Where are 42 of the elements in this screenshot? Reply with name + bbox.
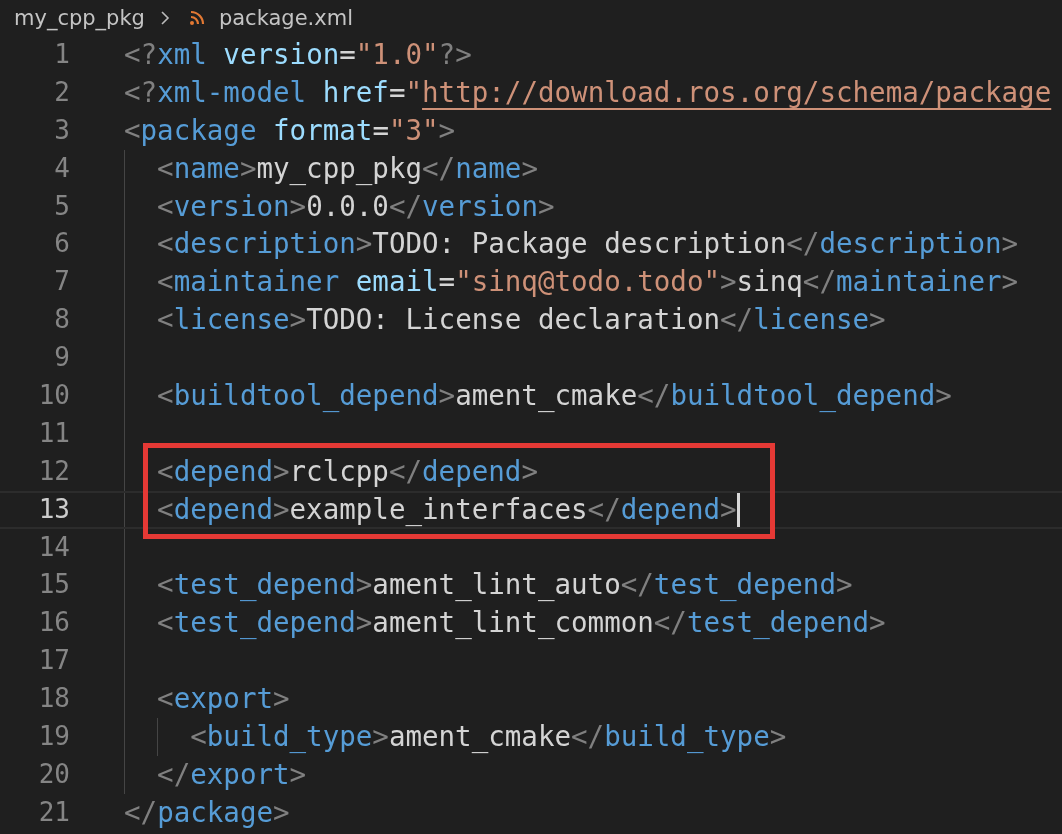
rss-icon bbox=[188, 10, 207, 26]
line-number: 9 bbox=[53, 341, 70, 375]
line-number: 21 bbox=[37, 795, 70, 829]
code-line: <test_depend>ament_lint_auto</test_depend> bbox=[157, 567, 853, 603]
line-number: 16 bbox=[37, 606, 70, 640]
code-line: <license>TODO: License declaration</license> bbox=[157, 302, 886, 338]
code-line: <description>TODO: Package description</description> bbox=[157, 226, 1019, 262]
chevron-right-icon bbox=[158, 10, 171, 26]
line-number: 1 bbox=[53, 38, 70, 71]
code-line: <version>0.0.0</version> bbox=[157, 188, 555, 224]
code-line: <depend>rclcpp</depend> bbox=[157, 453, 538, 489]
code-line: <?xml version="1.0"?> bbox=[124, 37, 472, 72]
line-number: 12 bbox=[37, 454, 70, 488]
line-number: 7 bbox=[53, 265, 70, 299]
breadcrumb-folder[interactable]: my_cpp_pkg bbox=[14, 6, 145, 30]
line-number: 2 bbox=[53, 75, 70, 109]
code-line: <depend>example_interfaces</depend> bbox=[157, 492, 740, 527]
code-line: <package format="3"> bbox=[124, 112, 456, 148]
code-line: <export> bbox=[157, 681, 290, 717]
line-number: 18 bbox=[37, 682, 70, 716]
line-number: 13 bbox=[37, 492, 70, 526]
line-number: 6 bbox=[53, 227, 70, 261]
code-line: <name>my_cpp_pkg</name> bbox=[157, 150, 538, 187]
line-number: 5 bbox=[53, 189, 70, 223]
code-line: </export> bbox=[157, 756, 307, 792]
code-line: <maintainer email="sinq@todo.todo">sinq</maintainer> bbox=[157, 264, 1019, 300]
code-line: <buildtool_depend>ament_cmake</buildtool_depend> bbox=[157, 378, 952, 414]
line-number: 20 bbox=[37, 757, 70, 791]
line-number: 8 bbox=[53, 303, 70, 337]
code-line: <?xml-model href="http://download.ros.org/schema/package bbox=[124, 74, 1052, 110]
line-number: 11 bbox=[37, 416, 70, 450]
line-number: 19 bbox=[37, 720, 70, 754]
code-line: <build_type>ament_cmake</build_type> bbox=[190, 719, 787, 755]
code-line: <test_depend>ament_lint_common</test_depend> bbox=[157, 605, 886, 641]
line-number: 3 bbox=[53, 113, 70, 147]
line-number: 15 bbox=[37, 568, 70, 602]
line-number: 4 bbox=[53, 151, 70, 185]
line-number: 14 bbox=[37, 530, 70, 564]
code-line: </package> bbox=[124, 794, 290, 830]
line-number: 17 bbox=[37, 644, 70, 678]
breadcrumb-file[interactable]: package.xml bbox=[218, 6, 353, 30]
line-number: 10 bbox=[37, 379, 70, 412]
